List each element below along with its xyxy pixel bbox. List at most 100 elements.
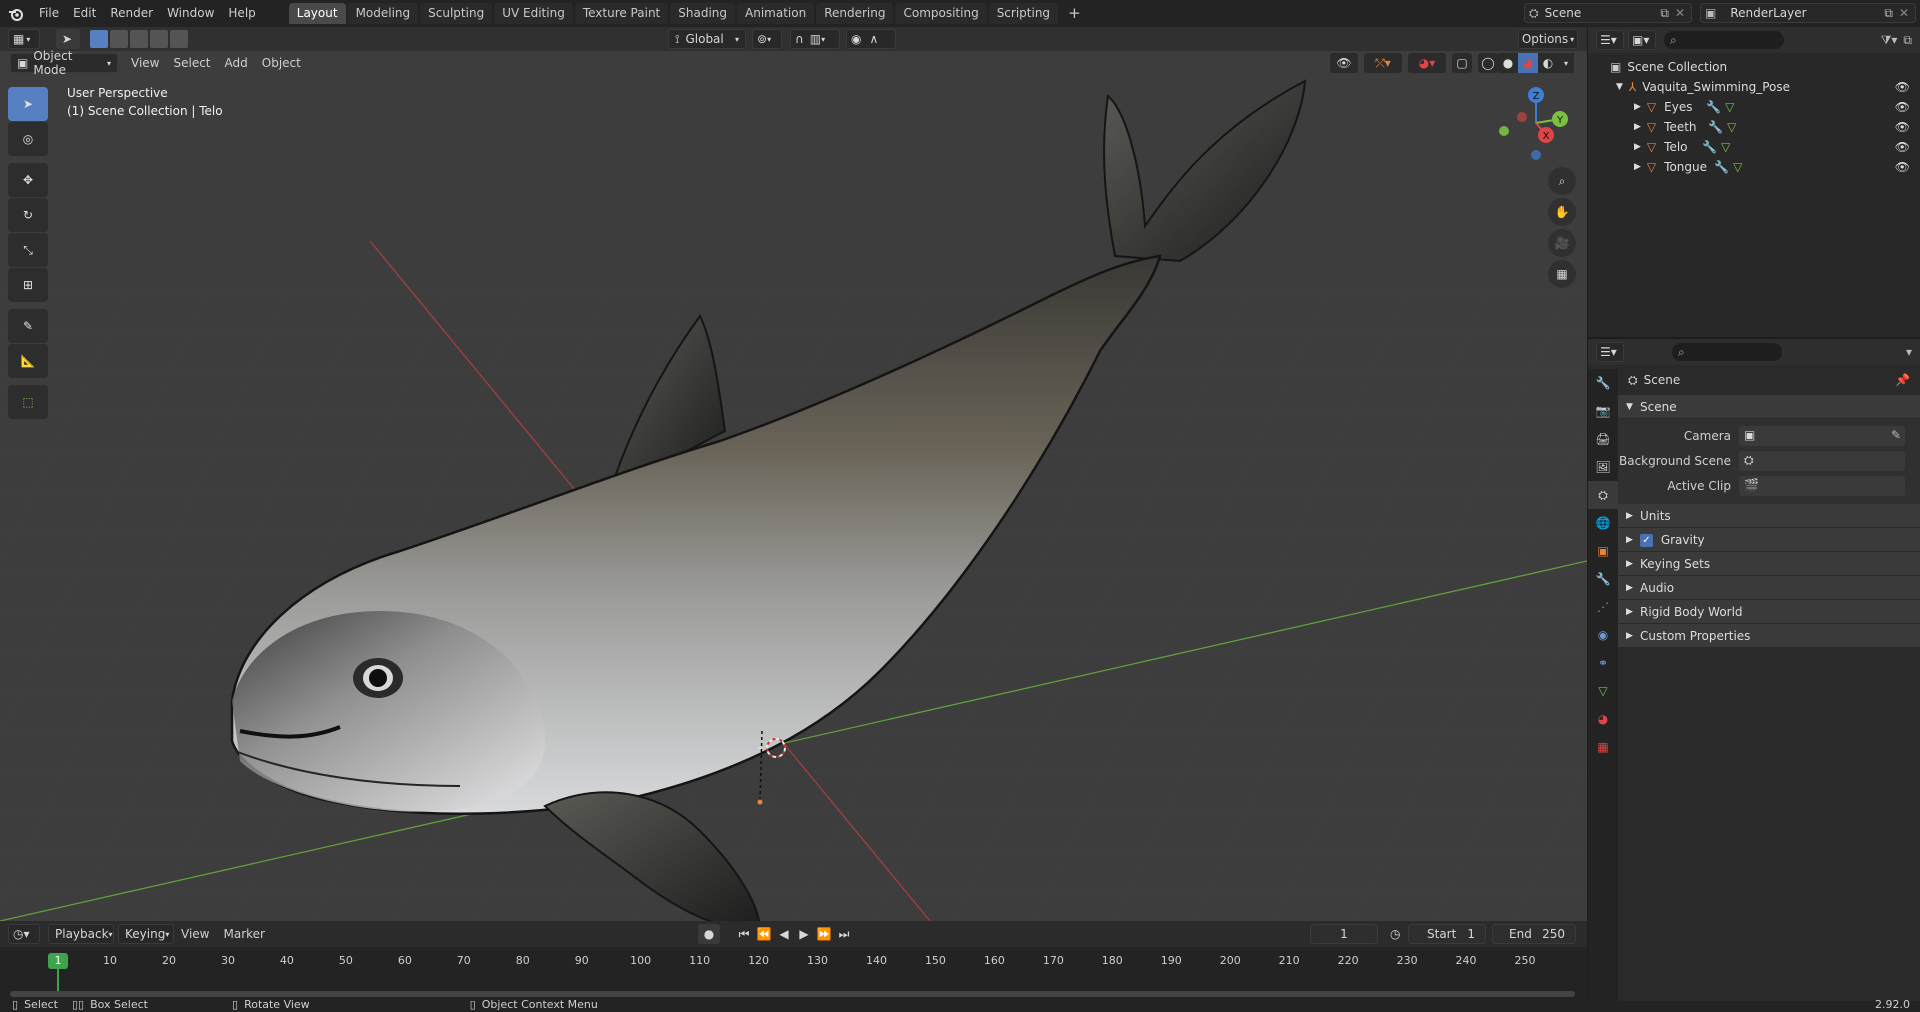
delete-view-layer-icon[interactable]: ✕ xyxy=(1899,6,1909,20)
material-shading-icon[interactable]: ◕ xyxy=(1518,53,1538,73)
menu-window[interactable]: Window xyxy=(160,0,221,27)
outliner-search-input[interactable]: ⌕ xyxy=(1664,31,1784,49)
audio-panel-header[interactable]: ▶ Audio xyxy=(1618,576,1920,600)
select-extend-icon[interactable] xyxy=(110,30,128,48)
chevron-down-icon[interactable]: ▾ xyxy=(1558,53,1574,73)
expand-arrow-icon[interactable]: ▶ xyxy=(1634,122,1641,132)
object-mode-dropdown[interactable]: ▣ Object Mode ▾ xyxy=(10,49,118,77)
modifier-wrench-icon[interactable]: 🔧 xyxy=(1706,100,1721,114)
navigation-gizmo[interactable]: Z Y X xyxy=(1496,83,1576,163)
viewport-menu-select[interactable]: Select xyxy=(166,51,217,75)
select-intersect-icon[interactable] xyxy=(170,30,188,48)
cursor-tool-icon[interactable]: ◎ xyxy=(8,122,48,156)
particles-tab-icon[interactable]: ⋰ xyxy=(1588,593,1618,621)
output-tab-icon[interactable]: 🖨 xyxy=(1588,425,1618,453)
tab-shading[interactable]: Shading xyxy=(670,3,735,24)
outliner-object-eyes[interactable]: ▶ ▽ Eyes 🔧 ▽ 👁 xyxy=(1588,97,1920,117)
solid-shading-icon[interactable]: ● xyxy=(1498,53,1518,73)
visibility-eye-icon[interactable]: 👁 xyxy=(1330,53,1358,73)
timeline-ruler[interactable]: 1102030405060708090100110120130140150160… xyxy=(0,947,1587,1001)
expand-arrow-icon[interactable]: ▼ xyxy=(1616,82,1623,92)
expand-arrow-icon[interactable]: ▶ xyxy=(1634,102,1641,112)
scene-panel-header[interactable]: ▼ Scene xyxy=(1618,395,1920,419)
tab-uv-editing[interactable]: UV Editing xyxy=(494,3,573,24)
menu-edit[interactable]: Edit xyxy=(66,0,103,27)
tab-compositing[interactable]: Compositing xyxy=(895,3,987,24)
active-clip-field[interactable]: 🎬 xyxy=(1739,475,1905,496)
annotate-tool-icon[interactable]: ✎ xyxy=(8,309,48,343)
tab-scripting[interactable]: Scripting xyxy=(988,3,1059,24)
rendered-shading-icon[interactable]: ◐ xyxy=(1538,53,1558,73)
snap-dropdown[interactable]: ∩ ▥ ▾ xyxy=(790,29,840,49)
3d-viewport[interactable]: User Perspective (1) Scene Collection | … xyxy=(0,51,1587,921)
proportional-edit-dropdown[interactable]: ◉ ∧ xyxy=(846,29,896,49)
select-subtract-icon[interactable] xyxy=(130,30,148,48)
select-new-icon[interactable] xyxy=(90,30,108,48)
modifier-wrench-icon[interactable]: 🔧 xyxy=(1702,140,1717,154)
overlays-toggle-icon[interactable]: ◕▾ xyxy=(1408,53,1446,73)
viewport-menu-object[interactable]: Object xyxy=(255,51,308,75)
outliner-editor-type-button[interactable]: ☰▾ xyxy=(1596,30,1624,50)
material-tab-icon[interactable]: ◕ xyxy=(1588,705,1618,733)
world-tab-icon[interactable]: 🌐 xyxy=(1588,509,1618,537)
timeline-scrollbar[interactable] xyxy=(10,991,1575,997)
viewport-menu-view[interactable]: View xyxy=(124,51,166,75)
delete-scene-icon[interactable]: ✕ xyxy=(1675,6,1685,20)
select-tool-button[interactable]: ➤ xyxy=(56,29,80,49)
tab-modeling[interactable]: Modeling xyxy=(347,3,419,24)
tab-layout[interactable]: Layout xyxy=(288,3,346,24)
properties-options-icon[interactable]: ▾ xyxy=(1906,345,1912,359)
modifiers-tab-icon[interactable]: 🔧 xyxy=(1588,565,1618,593)
add-workspace-button[interactable]: + xyxy=(1060,3,1089,24)
eye-icon[interactable]: 👁 xyxy=(1895,140,1910,154)
blender-logo-icon[interactable] xyxy=(0,0,32,27)
tab-animation[interactable]: Animation xyxy=(737,3,815,24)
rigid-body-world-panel-header[interactable]: ▶ Rigid Body World xyxy=(1618,600,1920,624)
modifier-wrench-icon[interactable]: 🔧 xyxy=(1714,160,1729,174)
menu-help[interactable]: Help xyxy=(221,0,262,27)
pin-icon[interactable]: 📌 xyxy=(1895,373,1910,387)
expand-arrow-icon[interactable]: ▶ xyxy=(1634,142,1641,152)
wireframe-shading-icon[interactable]: ◯ xyxy=(1478,53,1498,73)
new-scene-icon[interactable]: ⧉ xyxy=(1660,6,1669,21)
pan-hand-icon[interactable]: ✋ xyxy=(1548,198,1576,226)
mesh-data-icon[interactable]: ▽ xyxy=(1733,160,1742,174)
display-mode-button[interactable]: ▣▾ xyxy=(1628,30,1656,50)
move-tool-icon[interactable]: ✥ xyxy=(8,163,48,197)
eye-icon[interactable]: 👁 xyxy=(1895,80,1910,94)
tab-rendering[interactable]: Rendering xyxy=(816,3,894,24)
transform-tool-icon[interactable]: ⊞ xyxy=(8,268,48,302)
xray-toggle-icon[interactable]: ▢ xyxy=(1452,53,1472,73)
transform-orientation-dropdown[interactable]: ⟟ Global ▾ xyxy=(668,29,746,49)
eye-icon[interactable]: 👁 xyxy=(1895,160,1910,174)
menu-file[interactable]: File xyxy=(32,0,66,27)
constraints-tab-icon[interactable]: ⚭ xyxy=(1588,649,1618,677)
view-layer-tab-icon[interactable]: 🖼 xyxy=(1588,453,1618,481)
playhead[interactable]: 1 xyxy=(48,953,68,969)
viewport-menu-add[interactable]: Add xyxy=(218,51,255,75)
custom-properties-panel-header[interactable]: ▶ Custom Properties xyxy=(1618,624,1920,648)
menu-render[interactable]: Render xyxy=(103,0,160,27)
tool-settings-tab-icon[interactable]: 🔧 xyxy=(1588,369,1618,397)
add-cube-tool-icon[interactable]: ⬚ xyxy=(8,385,48,419)
units-panel-header[interactable]: ▶ Units xyxy=(1618,504,1920,528)
rotate-tool-icon[interactable]: ↻ xyxy=(8,198,48,232)
render-tab-icon[interactable]: 📷 xyxy=(1588,397,1618,425)
expand-arrow-icon[interactable]: ▶ xyxy=(1634,162,1641,172)
scene-tab-icon[interactable]: ⛭ xyxy=(1588,481,1618,509)
new-collection-icon[interactable]: ⧉ xyxy=(1903,33,1912,48)
collection-row[interactable]: ▼ ⅄ Vaquita_Swimming_Pose 👁 xyxy=(1588,77,1920,97)
outliner-object-tongue[interactable]: ▶ ▽ Tongue 🔧 ▽ 👁 xyxy=(1588,157,1920,177)
select-invert-icon[interactable] xyxy=(150,30,168,48)
camera-field[interactable]: ▣ ✎ xyxy=(1739,425,1905,446)
eye-icon[interactable]: 👁 xyxy=(1895,120,1910,134)
keying-sets-panel-header[interactable]: ▶ Keying Sets xyxy=(1618,552,1920,576)
view-layer-selector[interactable]: ▣ RenderLayer ⧉ ✕ xyxy=(1700,3,1916,23)
scene-collection-row[interactable]: ▣ Scene Collection xyxy=(1588,57,1920,77)
mesh-data-icon[interactable]: ▽ xyxy=(1721,140,1730,154)
properties-search-input[interactable]: ⌕ xyxy=(1672,343,1782,361)
properties-editor-type-button[interactable]: ☰▾ xyxy=(1596,342,1624,362)
measure-tool-icon[interactable]: 📐 xyxy=(8,344,48,378)
eyedropper-icon[interactable]: ✎ xyxy=(1891,428,1901,442)
pivot-point-dropdown[interactable]: ⊚ ▾ xyxy=(752,29,782,49)
